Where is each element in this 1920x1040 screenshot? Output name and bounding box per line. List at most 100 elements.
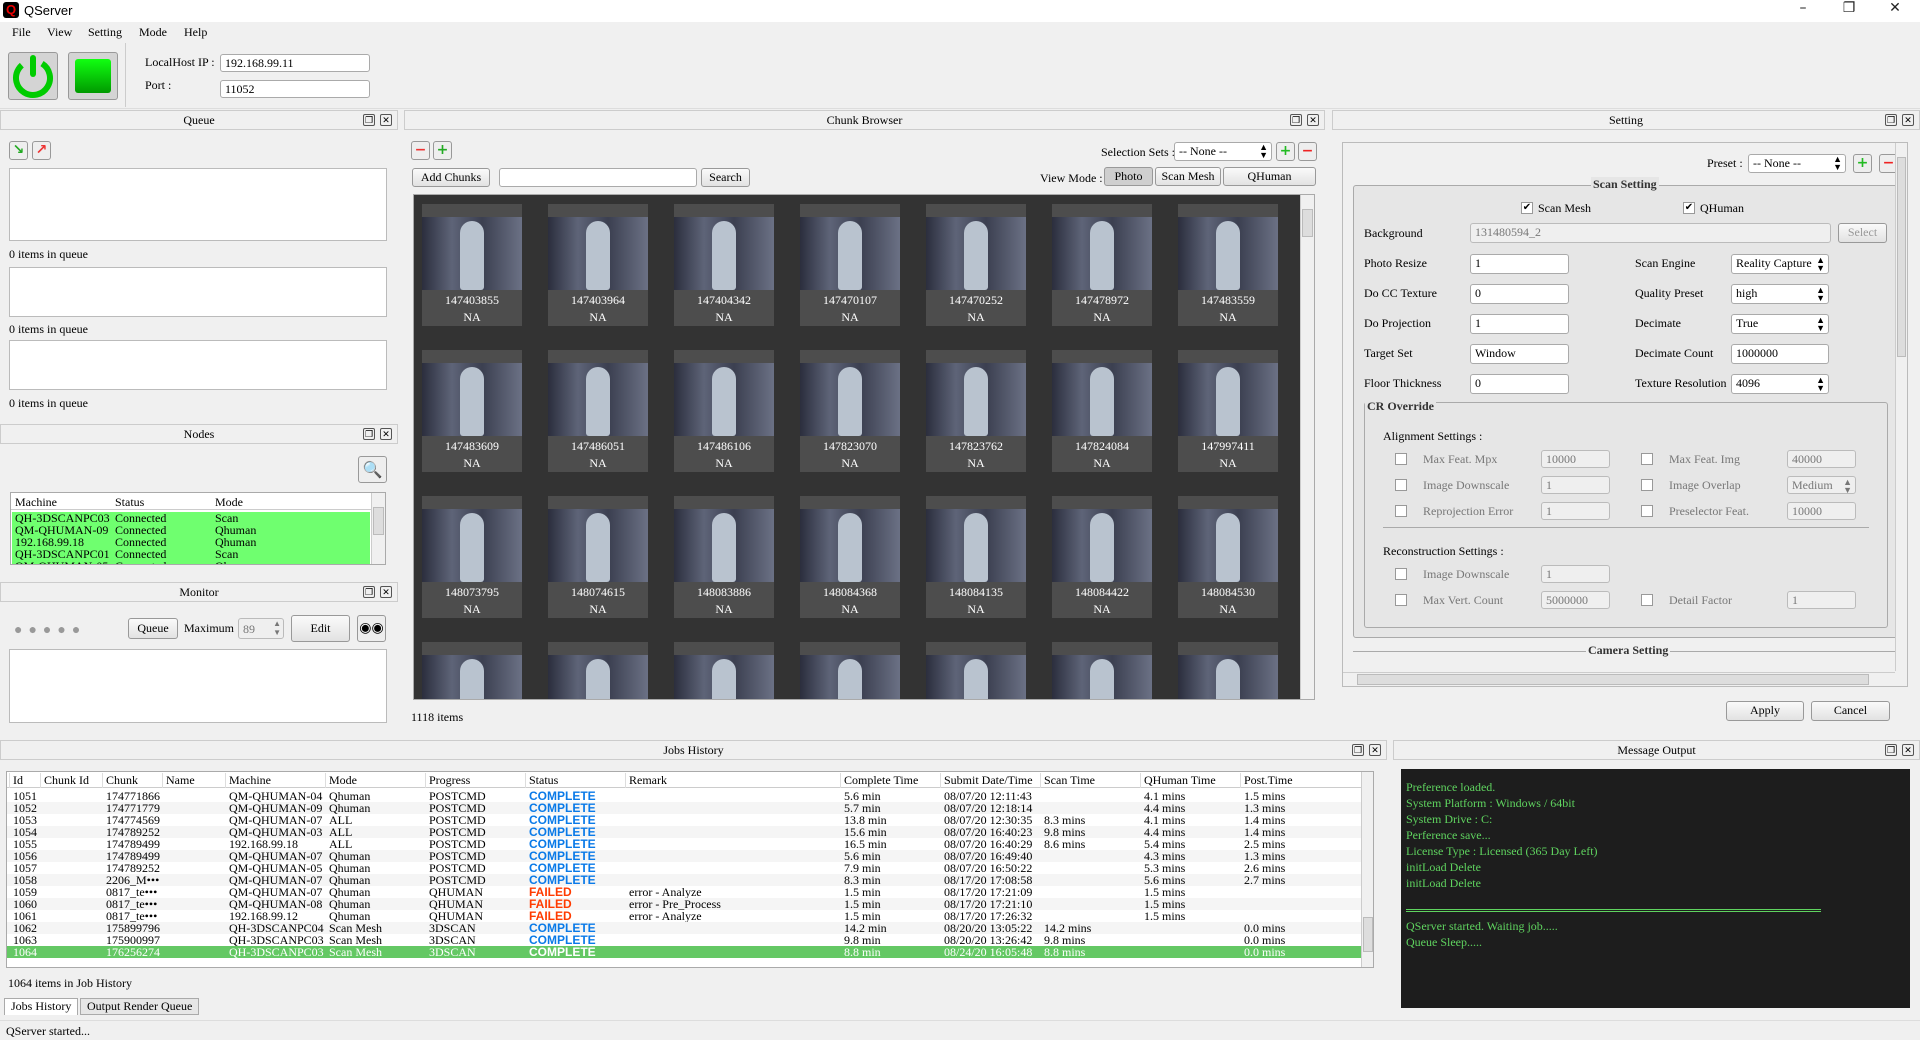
cr-input[interactable]: 1 <box>1541 476 1610 494</box>
chunk-item[interactable]: 147403964 NA <box>548 204 648 326</box>
jobs-col-header[interactable]: Mode <box>325 773 357 788</box>
chunk-item[interactable] <box>548 642 648 699</box>
chunk-item[interactable]: 148084135 NA <box>926 496 1026 618</box>
float-icon[interactable]: ❐ <box>1885 744 1897 756</box>
search-button[interactable]: Search <box>701 168 750 187</box>
view-mode-qhuman[interactable]: QHuman <box>1223 167 1316 186</box>
setting-vscrollbar[interactable] <box>1895 143 1907 671</box>
remove-selection-icon[interactable]: − <box>1298 142 1317 161</box>
close-button[interactable]: ✕ <box>1872 0 1918 22</box>
chunk-item[interactable]: 147470252 NA <box>926 204 1026 326</box>
close-icon[interactable]: ✕ <box>1902 744 1914 756</box>
cr-checkbox[interactable] <box>1641 479 1653 491</box>
selection-sets-select[interactable]: -- None -- ▲ ▼ <box>1174 142 1272 161</box>
chunk-item[interactable]: 147403855 NA <box>422 204 522 326</box>
setting-input[interactable]: Window <box>1470 344 1569 364</box>
add-selection-icon[interactable]: + <box>1276 142 1295 161</box>
add-chunks-button[interactable]: Add Chunks <box>412 168 490 187</box>
cr-checkbox[interactable] <box>1395 568 1407 580</box>
zoom-out-icon[interactable]: − <box>411 141 430 160</box>
setting-hscrollbar[interactable] <box>1343 672 1895 686</box>
chunk-item[interactable]: 147486106 NA <box>674 350 774 472</box>
scan-mesh-checkbox[interactable]: ✔ <box>1521 202 1533 214</box>
setting-input[interactable]: 0 <box>1470 374 1569 394</box>
jobs-col-header[interactable]: Progress <box>425 773 470 788</box>
jobs-col-header[interactable]: Chunk <box>102 773 138 788</box>
stop-button[interactable] <box>68 52 118 100</box>
jobs-col-header[interactable]: Scan Time <box>1040 773 1095 788</box>
node-row[interactable]: QM-QHUMAN-05 Connected Qhuman <box>12 560 370 564</box>
queue-list-3[interactable] <box>9 340 387 390</box>
float-icon[interactable]: ❐ <box>363 114 375 126</box>
chunk-item[interactable] <box>422 642 522 699</box>
table-row[interactable]: 1064 176256274 QH-3DSCANPC03 Scan Mesh 3DSCA… <box>7 946 1361 958</box>
cr-input[interactable]: Medium ▲ ▼ <box>1787 476 1856 494</box>
close-icon[interactable]: ✕ <box>1902 114 1914 126</box>
preset-select[interactable]: -- None -- ▲ ▼ <box>1748 154 1846 173</box>
jobs-col-header[interactable]: QHuman Time <box>1140 773 1216 788</box>
chunk-item[interactable]: 148084368 NA <box>800 496 900 618</box>
close-icon[interactable]: ✕ <box>380 428 392 440</box>
chunk-item[interactable]: 148084530 NA <box>1178 496 1278 618</box>
nodes-scrollbar[interactable] <box>371 493 385 564</box>
setting-input[interactable]: 1 <box>1470 254 1569 274</box>
port-input[interactable]: 11052 <box>220 80 370 98</box>
jobs-col-header[interactable]: Chunk Id <box>40 773 89 788</box>
menu-view[interactable]: View <box>47 25 72 40</box>
chunk-grid-scrollbar[interactable] <box>1300 195 1314 699</box>
jobs-col-header[interactable]: Name <box>162 773 195 788</box>
jobs-col-header[interactable]: Post.Time <box>1240 773 1293 788</box>
menu-setting[interactable]: Setting <box>88 25 122 40</box>
cr-input[interactable]: 1 <box>1787 591 1856 609</box>
chunk-item[interactable]: 148074615 NA <box>548 496 648 618</box>
localhost-ip-input[interactable]: 192.168.99.11 <box>220 54 370 72</box>
view-mode-photo[interactable]: Photo <box>1104 167 1153 186</box>
cr-checkbox[interactable] <box>1641 453 1653 465</box>
cr-input[interactable]: 40000 <box>1787 450 1856 468</box>
jobs-col-header[interactable]: Remark <box>625 773 667 788</box>
chunk-item[interactable]: 147997411 NA <box>1178 350 1278 472</box>
close-icon[interactable]: ✕ <box>380 114 392 126</box>
jobs-col-header[interactable]: Status <box>525 773 558 788</box>
chunk-item[interactable]: 148083886 NA <box>674 496 774 618</box>
minimize-button[interactable]: – <box>1780 0 1826 22</box>
chunk-item[interactable]: 148084422 NA <box>1052 496 1152 618</box>
chunk-item[interactable]: 147824084 NA <box>1052 350 1152 472</box>
chunk-item[interactable] <box>674 642 774 699</box>
tab-jobs-history[interactable]: Jobs History <box>4 998 79 1015</box>
setting-select[interactable]: True ▲ ▼ <box>1731 314 1829 334</box>
close-icon[interactable]: ✕ <box>1369 744 1381 756</box>
zoom-in-icon[interactable]: + <box>433 141 452 160</box>
cr-checkbox[interactable] <box>1395 479 1407 491</box>
chunk-item[interactable]: 147470107 NA <box>800 204 900 326</box>
menu-help[interactable]: Help <box>184 25 207 40</box>
setting-select[interactable]: Reality Capture ▲ ▼ <box>1731 254 1829 274</box>
export-queue-icon[interactable]: ↗ <box>32 141 51 160</box>
chunk-item[interactable]: 147483609 NA <box>422 350 522 472</box>
queue-list-1[interactable] <box>9 168 387 241</box>
close-icon[interactable]: ✕ <box>1307 114 1319 126</box>
table-row[interactable]: 1063 175900997 QH-3DSCANPC03 Scan Mesh 3DSCA… <box>7 934 1361 946</box>
col-mode[interactable]: Mode <box>215 495 243 510</box>
float-icon[interactable]: ❐ <box>1885 114 1897 126</box>
chunk-item[interactable]: 147483559 NA <box>1178 204 1278 326</box>
cr-input[interactable]: 1 <box>1541 565 1610 583</box>
menu-file[interactable]: File <box>12 25 31 40</box>
setting-select[interactable]: 4096 ▲ ▼ <box>1731 374 1829 394</box>
chunk-item[interactable] <box>1178 642 1278 699</box>
node-search-icon[interactable]: 🔍 <box>358 456 387 483</box>
background-input[interactable]: 131480594_2 <box>1470 223 1831 243</box>
float-icon[interactable]: ❐ <box>363 586 375 598</box>
cr-checkbox[interactable] <box>1641 505 1653 517</box>
col-machine[interactable]: Machine <box>15 495 57 510</box>
float-icon[interactable]: ❐ <box>363 428 375 440</box>
float-icon[interactable]: ❐ <box>1352 744 1364 756</box>
jobs-col-header[interactable]: Machine <box>225 773 271 788</box>
cr-checkbox[interactable] <box>1641 594 1653 606</box>
chunk-item[interactable]: 148073795 NA <box>422 496 522 618</box>
queue-list-2[interactable] <box>9 267 387 317</box>
setting-input[interactable]: 0 <box>1470 284 1569 304</box>
chunk-item[interactable] <box>800 642 900 699</box>
cr-checkbox[interactable] <box>1395 453 1407 465</box>
cr-checkbox[interactable] <box>1395 594 1407 606</box>
